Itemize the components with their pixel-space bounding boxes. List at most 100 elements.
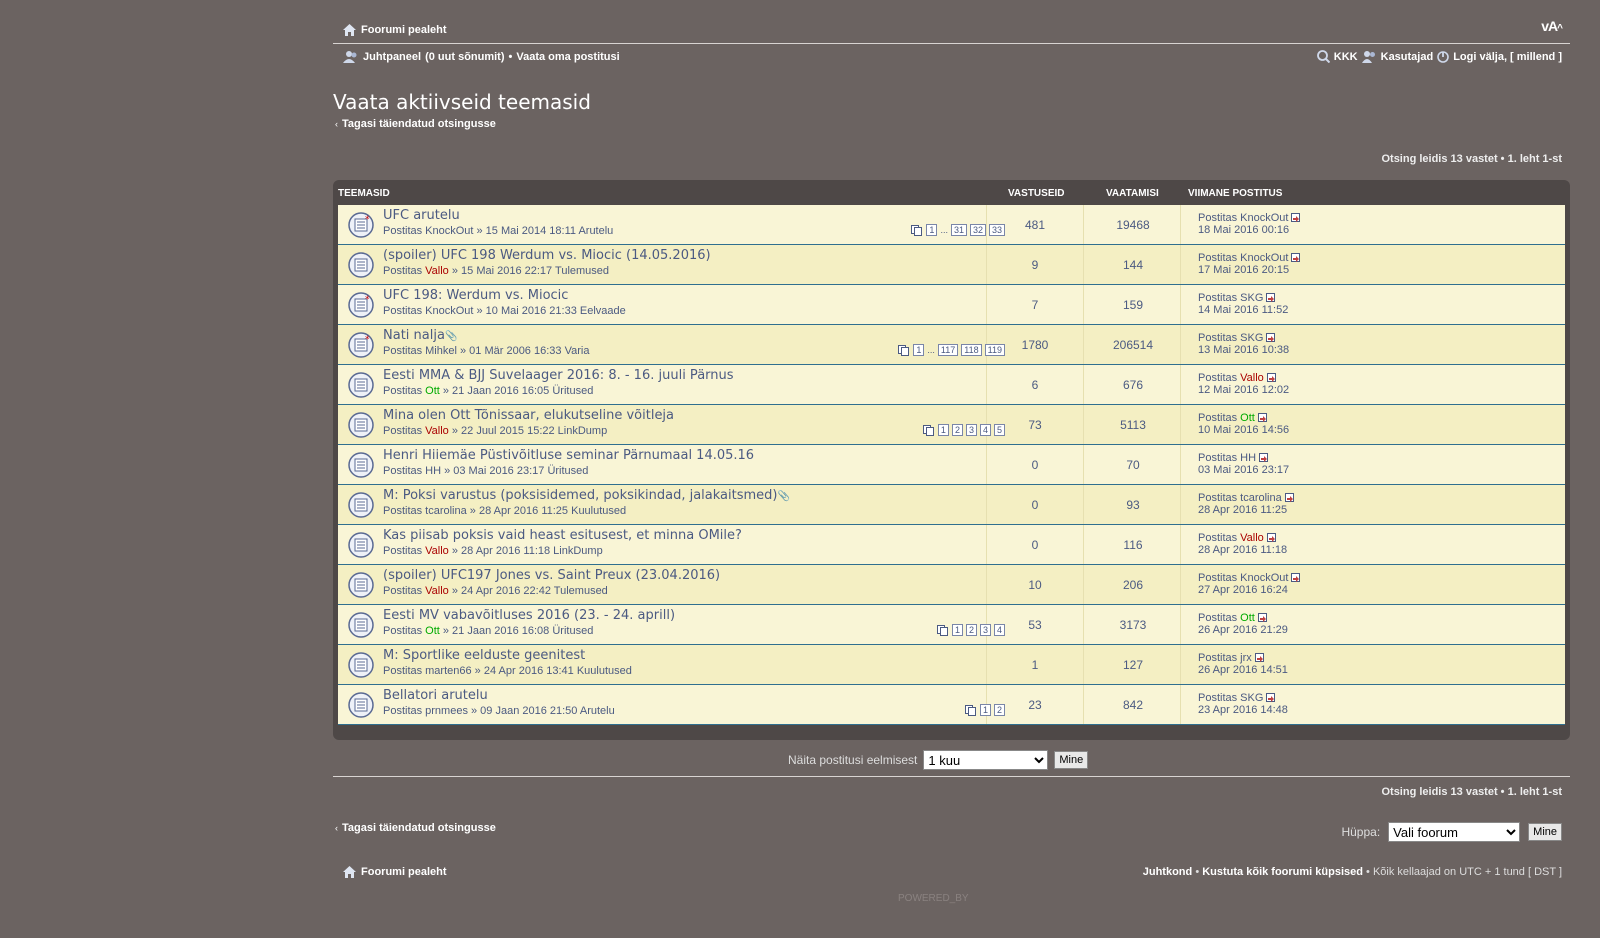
view-latest-post-icon[interactable] (1257, 413, 1268, 423)
topic-title-link[interactable]: (spoiler) UFC 198 Werdum vs. Miocic (14.… (383, 248, 711, 263)
members-link[interactable]: Kasutajad (1381, 51, 1434, 63)
view-latest-post-icon[interactable] (1291, 253, 1301, 263)
topic-pagination: 1... 31 32 33 (911, 224, 1005, 236)
last-post-author-link[interactable]: SKG (1240, 332, 1263, 344)
back-link-top[interactable]: ‹ Tagasi täiendatud otsingusse (335, 118, 496, 130)
faq-link[interactable]: KKK (1334, 51, 1358, 63)
view-latest-post-icon[interactable] (1291, 573, 1301, 583)
page-link[interactable]: 31 (950, 224, 967, 236)
topic-title-link[interactable]: Bellatori arutelu (383, 688, 488, 703)
view-latest-post-icon[interactable] (1254, 653, 1265, 663)
topic-title-link[interactable]: Eesti MV vabavõitluses 2016 (23. - 24. a… (383, 608, 675, 623)
font-size-icon[interactable]: vA^ (1541, 18, 1563, 34)
last-post-author-link[interactable]: KnockOut (1240, 212, 1288, 224)
attachment-icon: 📎 (444, 331, 458, 342)
last-post-author-link[interactable]: KnockOut (1240, 252, 1288, 264)
last-post-author-link[interactable]: HH (1240, 452, 1256, 464)
view-latest-post-icon[interactable] (1266, 373, 1277, 383)
view-latest-post-icon[interactable] (1266, 333, 1276, 343)
show-posts-select[interactable]: 1 kuu (923, 750, 1049, 770)
view-latest-post-icon[interactable] (1266, 533, 1277, 543)
last-post-author-link[interactable]: tcarolina (1240, 492, 1282, 504)
last-post-by-label: Postitas (1198, 412, 1238, 424)
topic-row: Eesti MV vabavõitluses 2016 (23. - 24. a… (338, 605, 1565, 645)
last-post-author-link[interactable]: KnockOut (1240, 572, 1288, 584)
topic-title-link[interactable]: M: Poksi varustus (poksisidemed, poksiki… (383, 488, 790, 503)
pages-icon (964, 704, 976, 716)
topic-author-link[interactable]: Mihkel (425, 345, 457, 357)
topic-title-link[interactable]: Kas piisab poksis vaid heast esitusest, … (383, 528, 742, 543)
show-posts-go-button[interactable]: Mine (1054, 751, 1089, 769)
pages-icon (922, 424, 934, 436)
last-post-author-link[interactable]: SKG (1240, 292, 1263, 304)
new-messages-link[interactable]: (0 uut sõnumit) (425, 51, 504, 63)
topic-author-link[interactable]: marten66 (425, 665, 471, 677)
board-index-link[interactable]: Foorumi pealeht (361, 24, 447, 36)
topic-author-link[interactable]: Vallo (425, 545, 449, 557)
page-link[interactable]: 2 (965, 624, 977, 636)
topic-title-link[interactable]: UFC 198: Werdum vs. Miocic (383, 288, 568, 303)
last-post-author-link[interactable]: Ott (1240, 412, 1255, 424)
page-link[interactable]: 2 (951, 424, 963, 436)
page-link[interactable]: 32 (969, 224, 986, 236)
jump-go-button[interactable]: Mine (1528, 823, 1562, 841)
topic-author-link[interactable]: KnockOut (425, 305, 473, 317)
page-link[interactable]: 4 (979, 424, 991, 436)
footer-board-index[interactable]: Foorumi pealeht (343, 866, 447, 878)
logout-link[interactable]: Logi välja, [ millend ] (1453, 51, 1562, 63)
topic-author-link[interactable]: prnmees (425, 705, 468, 717)
view-latest-post-icon[interactable] (1291, 213, 1301, 223)
topic-title-link[interactable]: Henri Hiiemäe Püstivõitluse seminar Pärn… (383, 448, 754, 463)
topic-title-link[interactable]: UFC arutelu (383, 208, 460, 223)
back-to-search-link-bottom[interactable]: Tagasi täiendatud otsingusse (342, 822, 496, 834)
topic-author-link[interactable]: Vallo (425, 585, 449, 597)
page-link[interactable]: 3 (965, 424, 977, 436)
topic-author-link[interactable]: Vallo (425, 425, 449, 437)
last-post-author-link[interactable]: SKG (1240, 692, 1263, 704)
page-link[interactable]: 1 (951, 624, 963, 636)
view-latest-post-icon[interactable] (1266, 293, 1276, 303)
column-separator (986, 645, 987, 684)
view-latest-post-icon[interactable] (1257, 613, 1268, 623)
jump-box: Hüppa: Vali foorum Mine (1341, 822, 1562, 842)
last-post-author-link[interactable]: Vallo (1240, 372, 1264, 384)
topic-title-link[interactable]: Eesti MMA & BJJ Suvelaager 2016: 8. - 16… (383, 368, 734, 383)
page-link[interactable]: 1 (913, 344, 925, 356)
topic-row: * UFC arutelu Postitas KnockOut » 15 Mai 20… (338, 205, 1565, 245)
topic-title-link[interactable]: Nati nalja📎 (383, 328, 457, 343)
page-link[interactable]: 118 (961, 344, 982, 356)
jump-select[interactable]: Vali foorum (1388, 822, 1521, 842)
topic-row: * Nati nalja📎 Postitas Mihkel » 01 Mär 2006… (338, 325, 1565, 365)
page-link[interactable]: 117 (937, 344, 959, 356)
faq-icon (1316, 50, 1330, 63)
topic-author-link[interactable]: Ott (425, 385, 440, 397)
view-latest-post-icon[interactable] (1284, 493, 1295, 503)
topic-author-link[interactable]: KnockOut (425, 225, 473, 237)
footer-board-index-link[interactable]: Foorumi pealeht (361, 866, 447, 878)
last-post-date: 13 Mai 2016 10:38 (1198, 344, 1290, 356)
back-link-bottom[interactable]: ‹ Tagasi täiendatud otsingusse (335, 822, 496, 834)
last-post-author-link[interactable]: jrx (1240, 652, 1252, 664)
topic-author-link[interactable]: Ott (425, 625, 440, 637)
last-post-author-link[interactable]: Vallo (1240, 532, 1264, 544)
view-latest-post-icon[interactable] (1266, 693, 1276, 703)
topic-title-link[interactable]: M: Sportlike eelduste geenitest (383, 648, 585, 663)
last-post-author-link[interactable]: Ott (1240, 612, 1255, 624)
page-link[interactable]: 1 (979, 704, 991, 716)
topic-author-link[interactable]: Vallo (425, 265, 449, 277)
back-to-search-link[interactable]: Tagasi täiendatud otsingusse (342, 118, 496, 130)
view-latest-post-icon[interactable] (1259, 453, 1269, 463)
page-link[interactable]: 3 (979, 624, 991, 636)
topic-title-link[interactable]: (spoiler) UFC197 Jones vs. Saint Preux (… (383, 568, 720, 583)
topic-author-link[interactable]: tcarolina (425, 505, 467, 517)
nav-board-index[interactable]: Foorumi pealeht (343, 22, 447, 38)
team-link[interactable]: Juhtkond (1143, 866, 1193, 878)
posted-by-label: Postitas (383, 585, 423, 597)
delete-cookies-link[interactable]: Kustuta kõik foorumi küpsised (1202, 866, 1363, 878)
topic-title-link[interactable]: Mina olen Ott Tõnissaar, elukutseline võ… (383, 408, 674, 423)
ucp-link[interactable]: Juhtpaneel (363, 51, 421, 63)
topic-author-link[interactable]: HH (425, 465, 441, 477)
own-posts-link[interactable]: Vaata oma postitusi (516, 51, 619, 63)
page-link[interactable]: 1 (926, 224, 938, 236)
page-link[interactable]: 1 (937, 424, 949, 436)
